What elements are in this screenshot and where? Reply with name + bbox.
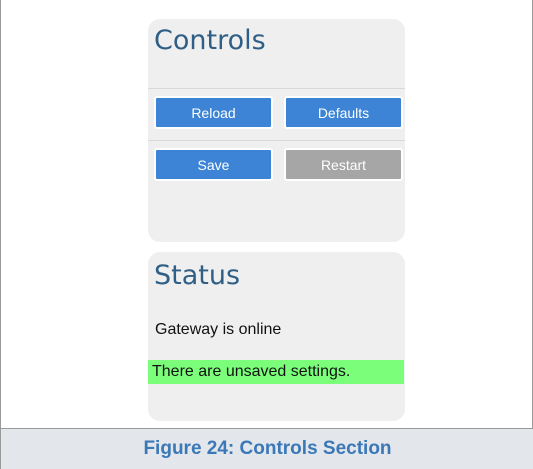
status-panel: Status Gateway is online There are unsav… <box>148 252 405 421</box>
figure-frame: Controls Reload Defaults Save Restart St… <box>0 0 533 469</box>
status-title: Status <box>154 260 241 291</box>
figure-caption: Figure 24: Controls Section <box>1 428 533 469</box>
controls-panel: Controls Reload Defaults Save Restart <box>148 19 405 242</box>
controls-title: Controls <box>154 25 266 56</box>
gateway-status-text: Gateway is online <box>155 321 282 338</box>
controls-divider <box>148 140 405 141</box>
unsaved-settings-banner: There are unsaved settings. <box>148 360 404 384</box>
reload-button[interactable]: Reload <box>154 96 273 129</box>
save-button[interactable]: Save <box>154 148 273 181</box>
restart-button[interactable]: Restart <box>284 148 403 181</box>
controls-divider <box>148 88 405 89</box>
defaults-button[interactable]: Defaults <box>284 96 403 129</box>
